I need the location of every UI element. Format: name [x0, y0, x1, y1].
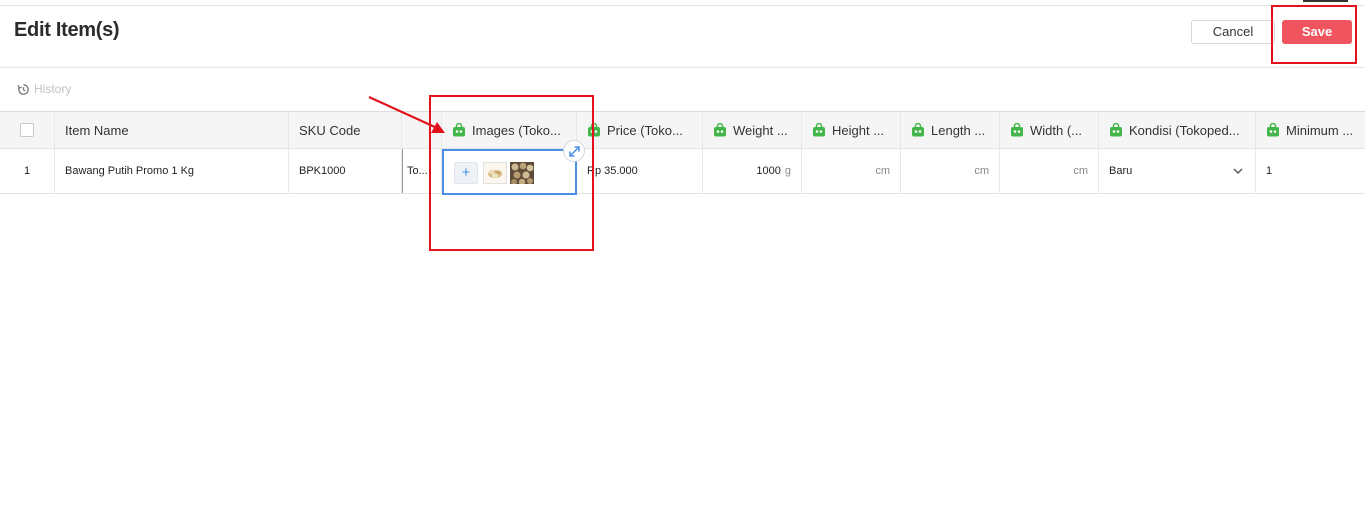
chevron-down-icon [1233, 168, 1243, 174]
col-sku-code-label: SKU Code [299, 122, 361, 138]
shopping-bag-icon [1267, 123, 1279, 137]
height-cell[interactable]: cm [802, 149, 901, 193]
col-minimum-label: Minimum ... [1286, 122, 1354, 138]
col-width-label: Width (... [1030, 122, 1083, 138]
page-header: Edit Item(s) Cancel Save [0, 6, 1365, 68]
col-kondisi[interactable]: Kondisi (Tokoped... [1099, 112, 1256, 148]
top-edge-marker [1303, 0, 1348, 2]
item-name-value: Bawang Putih Promo 1 Kg [65, 165, 195, 177]
col-minimum[interactable]: Minimum ... [1256, 112, 1365, 148]
height-unit: cm [875, 165, 890, 177]
col-item-name[interactable]: Item Name [55, 112, 289, 148]
select-all-checkbox[interactable] [20, 123, 34, 137]
page-title: Edit Item(s) [14, 19, 120, 41]
sku-value: BPK1000 [299, 165, 346, 177]
minimum-cell[interactable]: 1 [1256, 149, 1365, 193]
col-kondisi-label: Kondisi (Tokoped... [1129, 122, 1240, 138]
price-cell[interactable]: Rp 35.000 [577, 149, 703, 193]
weight-cell[interactable]: 1000 g [703, 149, 802, 193]
col-price[interactable]: Price (Toko... [577, 112, 703, 148]
col-height[interactable]: Height ... [802, 112, 901, 148]
annotation-box-save [1271, 5, 1357, 64]
shopping-bag-icon [912, 123, 924, 137]
shopping-bag-icon [714, 123, 726, 137]
table-row: 1 Bawang Putih Promo 1 Kg BPK1000 To... … [0, 149, 1365, 194]
cancel-button[interactable]: Cancel [1191, 20, 1275, 44]
sku-cell[interactable]: BPK1000 [289, 149, 402, 193]
history-label: History [34, 82, 72, 96]
weight-value: 1000 [756, 165, 781, 177]
col-length[interactable]: Length ... [901, 112, 1000, 148]
table-header-row: Item Name SKU Code Images (Toko... Price… [0, 112, 1365, 149]
weight-unit: g [784, 165, 791, 177]
shopping-bag-icon [813, 123, 825, 137]
col-weight[interactable]: Weight ... [703, 112, 802, 148]
kondisi-value: Baru [1109, 165, 1133, 177]
history-icon [17, 83, 29, 95]
row-index-cell: 1 [0, 149, 55, 193]
kondisi-select[interactable]: Baru [1099, 149, 1256, 193]
col-price-label: Price (Toko... [607, 122, 683, 138]
history-link[interactable]: History [17, 82, 71, 96]
col-item-name-label: Item Name [65, 122, 129, 138]
col-width[interactable]: Width (... [1000, 112, 1099, 148]
hidden-col-value: To... [407, 165, 428, 177]
row-index: 1 [23, 165, 31, 177]
length-unit: cm [974, 165, 989, 177]
col-weight-label: Weight ... [733, 122, 788, 138]
width-cell[interactable]: cm [1000, 149, 1099, 193]
shopping-bag-icon [1011, 123, 1023, 137]
annotation-arrow-icon [368, 95, 445, 133]
length-cell[interactable]: cm [901, 149, 1000, 193]
price-value: Rp 35.000 [587, 165, 638, 177]
minimum-value: 1 [1266, 165, 1273, 177]
col-length-label: Length ... [931, 122, 986, 138]
item-name-cell[interactable]: Bawang Putih Promo 1 Kg [55, 149, 289, 193]
shopping-bag-icon [1110, 123, 1122, 137]
width-unit: cm [1073, 165, 1088, 177]
col-height-label: Height ... [832, 122, 885, 138]
annotation-box-images [429, 95, 594, 251]
select-all-cell [0, 112, 55, 148]
